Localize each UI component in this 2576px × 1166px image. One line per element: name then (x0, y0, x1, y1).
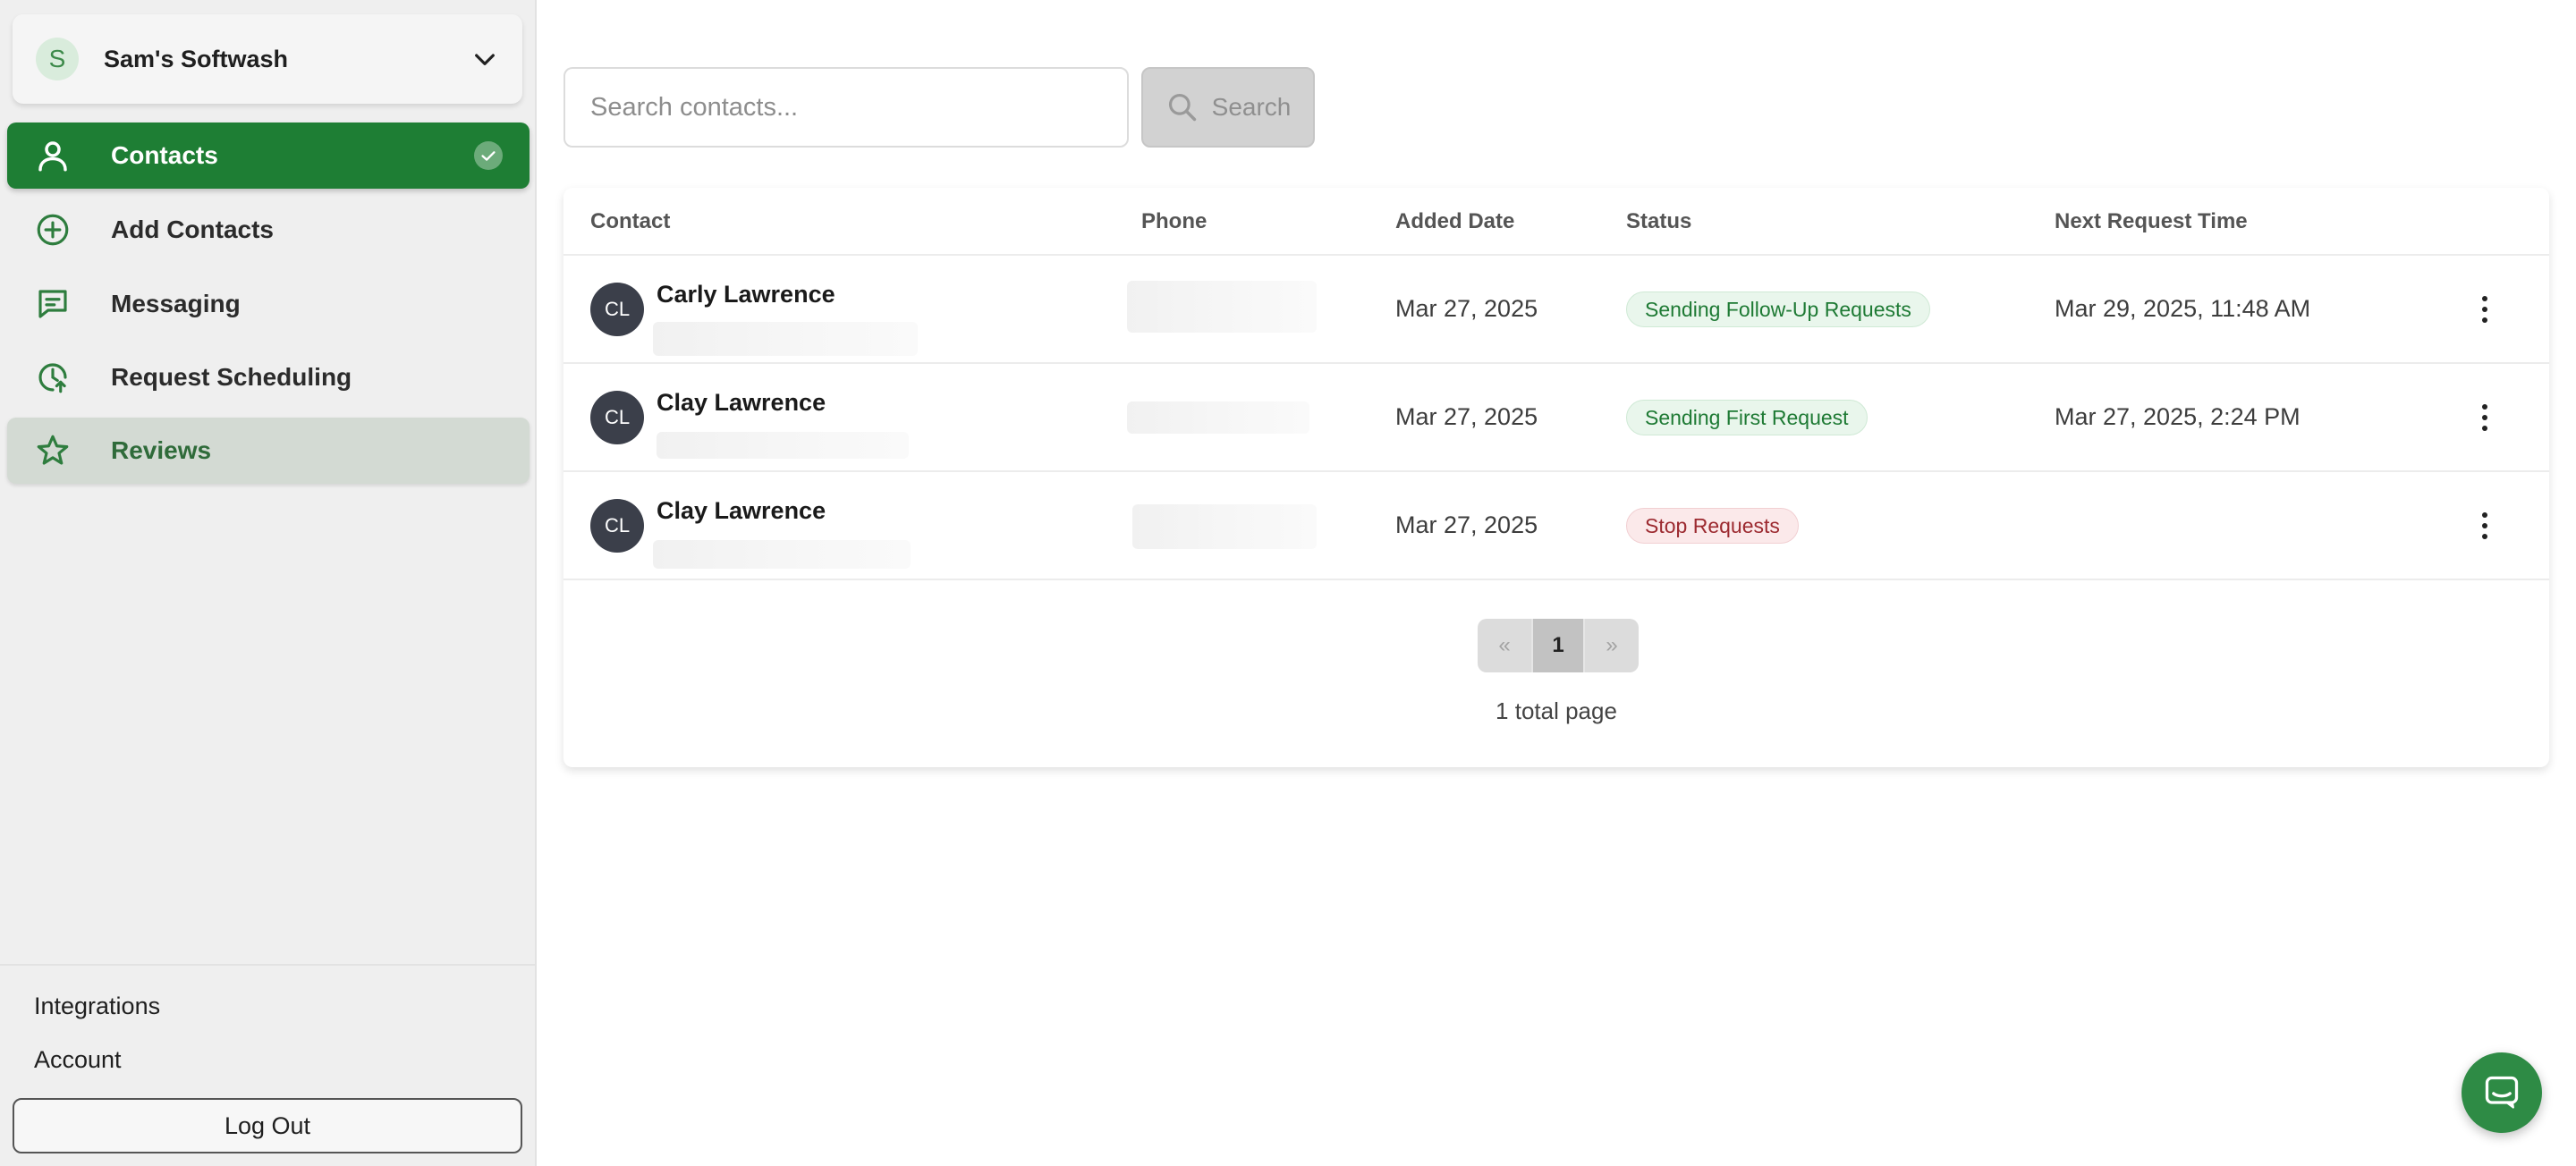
row-actions-button[interactable] (2467, 396, 2503, 439)
status-badge: Stop Requests (1626, 508, 1799, 544)
sidebar-item-messaging[interactable]: Messaging (7, 271, 530, 337)
redacted-contact-detail (653, 540, 911, 569)
sidebar-item-label: Messaging (111, 290, 241, 317)
star-icon (37, 435, 69, 465)
sidebar-item-label: Request Scheduling (111, 363, 352, 391)
sidebar-item-reviews[interactable]: Reviews (7, 418, 530, 484)
added-date: Mar 27, 2025 (1395, 295, 1538, 322)
page-total-text: 1 total page (1496, 697, 1617, 724)
search-button[interactable]: Search (1141, 67, 1315, 148)
added-date: Mar 27, 2025 (1395, 511, 1538, 538)
sidebar: S Sam's Softwash Contacts Add Contacts M… (0, 0, 537, 1166)
page-button-current[interactable]: 1 (1531, 619, 1585, 672)
logout-button[interactable]: Log Out (13, 1098, 522, 1153)
chevron-down-icon (475, 54, 495, 65)
contact-name: Clay Lawrence (657, 497, 826, 524)
organization-name: Sam's Softwash (104, 45, 288, 72)
sidebar-item-label: Add Contacts (111, 215, 274, 243)
search-input[interactable] (564, 67, 1129, 148)
contact-name: Clay Lawrence (657, 389, 826, 416)
column-header-added-date: Added Date (1395, 209, 1515, 233)
redacted-phone (1127, 281, 1317, 333)
chat-icon (2485, 1076, 2519, 1109)
sidebar-item-request-scheduling[interactable]: Request Scheduling (7, 344, 530, 410)
next-page-button[interactable]: » (1585, 619, 1639, 672)
chat-launcher-button[interactable] (2462, 1052, 2542, 1133)
contact-avatar: CL (590, 499, 644, 553)
column-header-phone: Phone (1141, 209, 1208, 233)
check-circle-icon (474, 141, 503, 170)
search-button-label: Search (1211, 93, 1292, 121)
search-icon (1168, 93, 1196, 122)
next-request-time: Mar 27, 2025, 2:24 PM (2055, 403, 2301, 430)
sidebar-item-add-contacts[interactable]: Add Contacts (7, 197, 530, 263)
contacts-table: Contact Phone Added Date Status Next Req… (564, 188, 2549, 767)
chat-bubble-icon (38, 290, 67, 318)
account-link[interactable]: Account (34, 1046, 122, 1074)
next-request-time: Mar 29, 2025, 11:48 AM (2055, 295, 2311, 322)
pagination: « 1 » (1478, 619, 1639, 672)
table-row[interactable]: CL Carly Lawrence Mar 27, 2025 Sending F… (564, 256, 2549, 364)
row-actions-button[interactable] (2467, 288, 2503, 331)
redacted-contact-detail (657, 432, 909, 459)
added-date: Mar 27, 2025 (1395, 403, 1538, 430)
column-header-contact: Contact (590, 209, 671, 233)
redacted-phone (1132, 504, 1317, 549)
contact-avatar: CL (590, 391, 644, 444)
more-vertical-icon (2482, 296, 2487, 323)
contact-name: Carly Lawrence (657, 281, 835, 308)
clock-arrow-icon (38, 363, 67, 393)
column-header-status: Status (1626, 209, 1692, 233)
table-row[interactable]: CL Clay Lawrence Mar 27, 2025 Stop Reque… (564, 472, 2549, 580)
redacted-contact-detail (653, 322, 918, 356)
status-badge: Sending First Request (1626, 400, 1868, 435)
organization-avatar: S (36, 38, 79, 80)
plus-circle-icon (37, 214, 69, 246)
more-vertical-icon (2482, 404, 2487, 431)
sidebar-item-label: Reviews (111, 436, 212, 464)
table-row[interactable]: CL Clay Lawrence Mar 27, 2025 Sending Fi… (564, 364, 2549, 472)
organization-switcher[interactable]: S Sam's Softwash (13, 14, 522, 104)
sidebar-item-contacts[interactable]: Contacts (7, 123, 530, 189)
redacted-phone (1127, 401, 1309, 434)
sidebar-item-label: Contacts (111, 141, 218, 169)
previous-page-button[interactable]: « (1478, 619, 1531, 672)
person-icon (38, 141, 67, 172)
contact-avatar: CL (590, 283, 644, 336)
more-vertical-icon (2482, 512, 2487, 539)
integrations-link[interactable]: Integrations (34, 993, 160, 1020)
row-actions-button[interactable] (2467, 504, 2503, 547)
column-header-next-request-time: Next Request Time (2055, 209, 2248, 233)
sidebar-footer (0, 964, 537, 966)
status-badge: Sending Follow-Up Requests (1626, 292, 1930, 327)
